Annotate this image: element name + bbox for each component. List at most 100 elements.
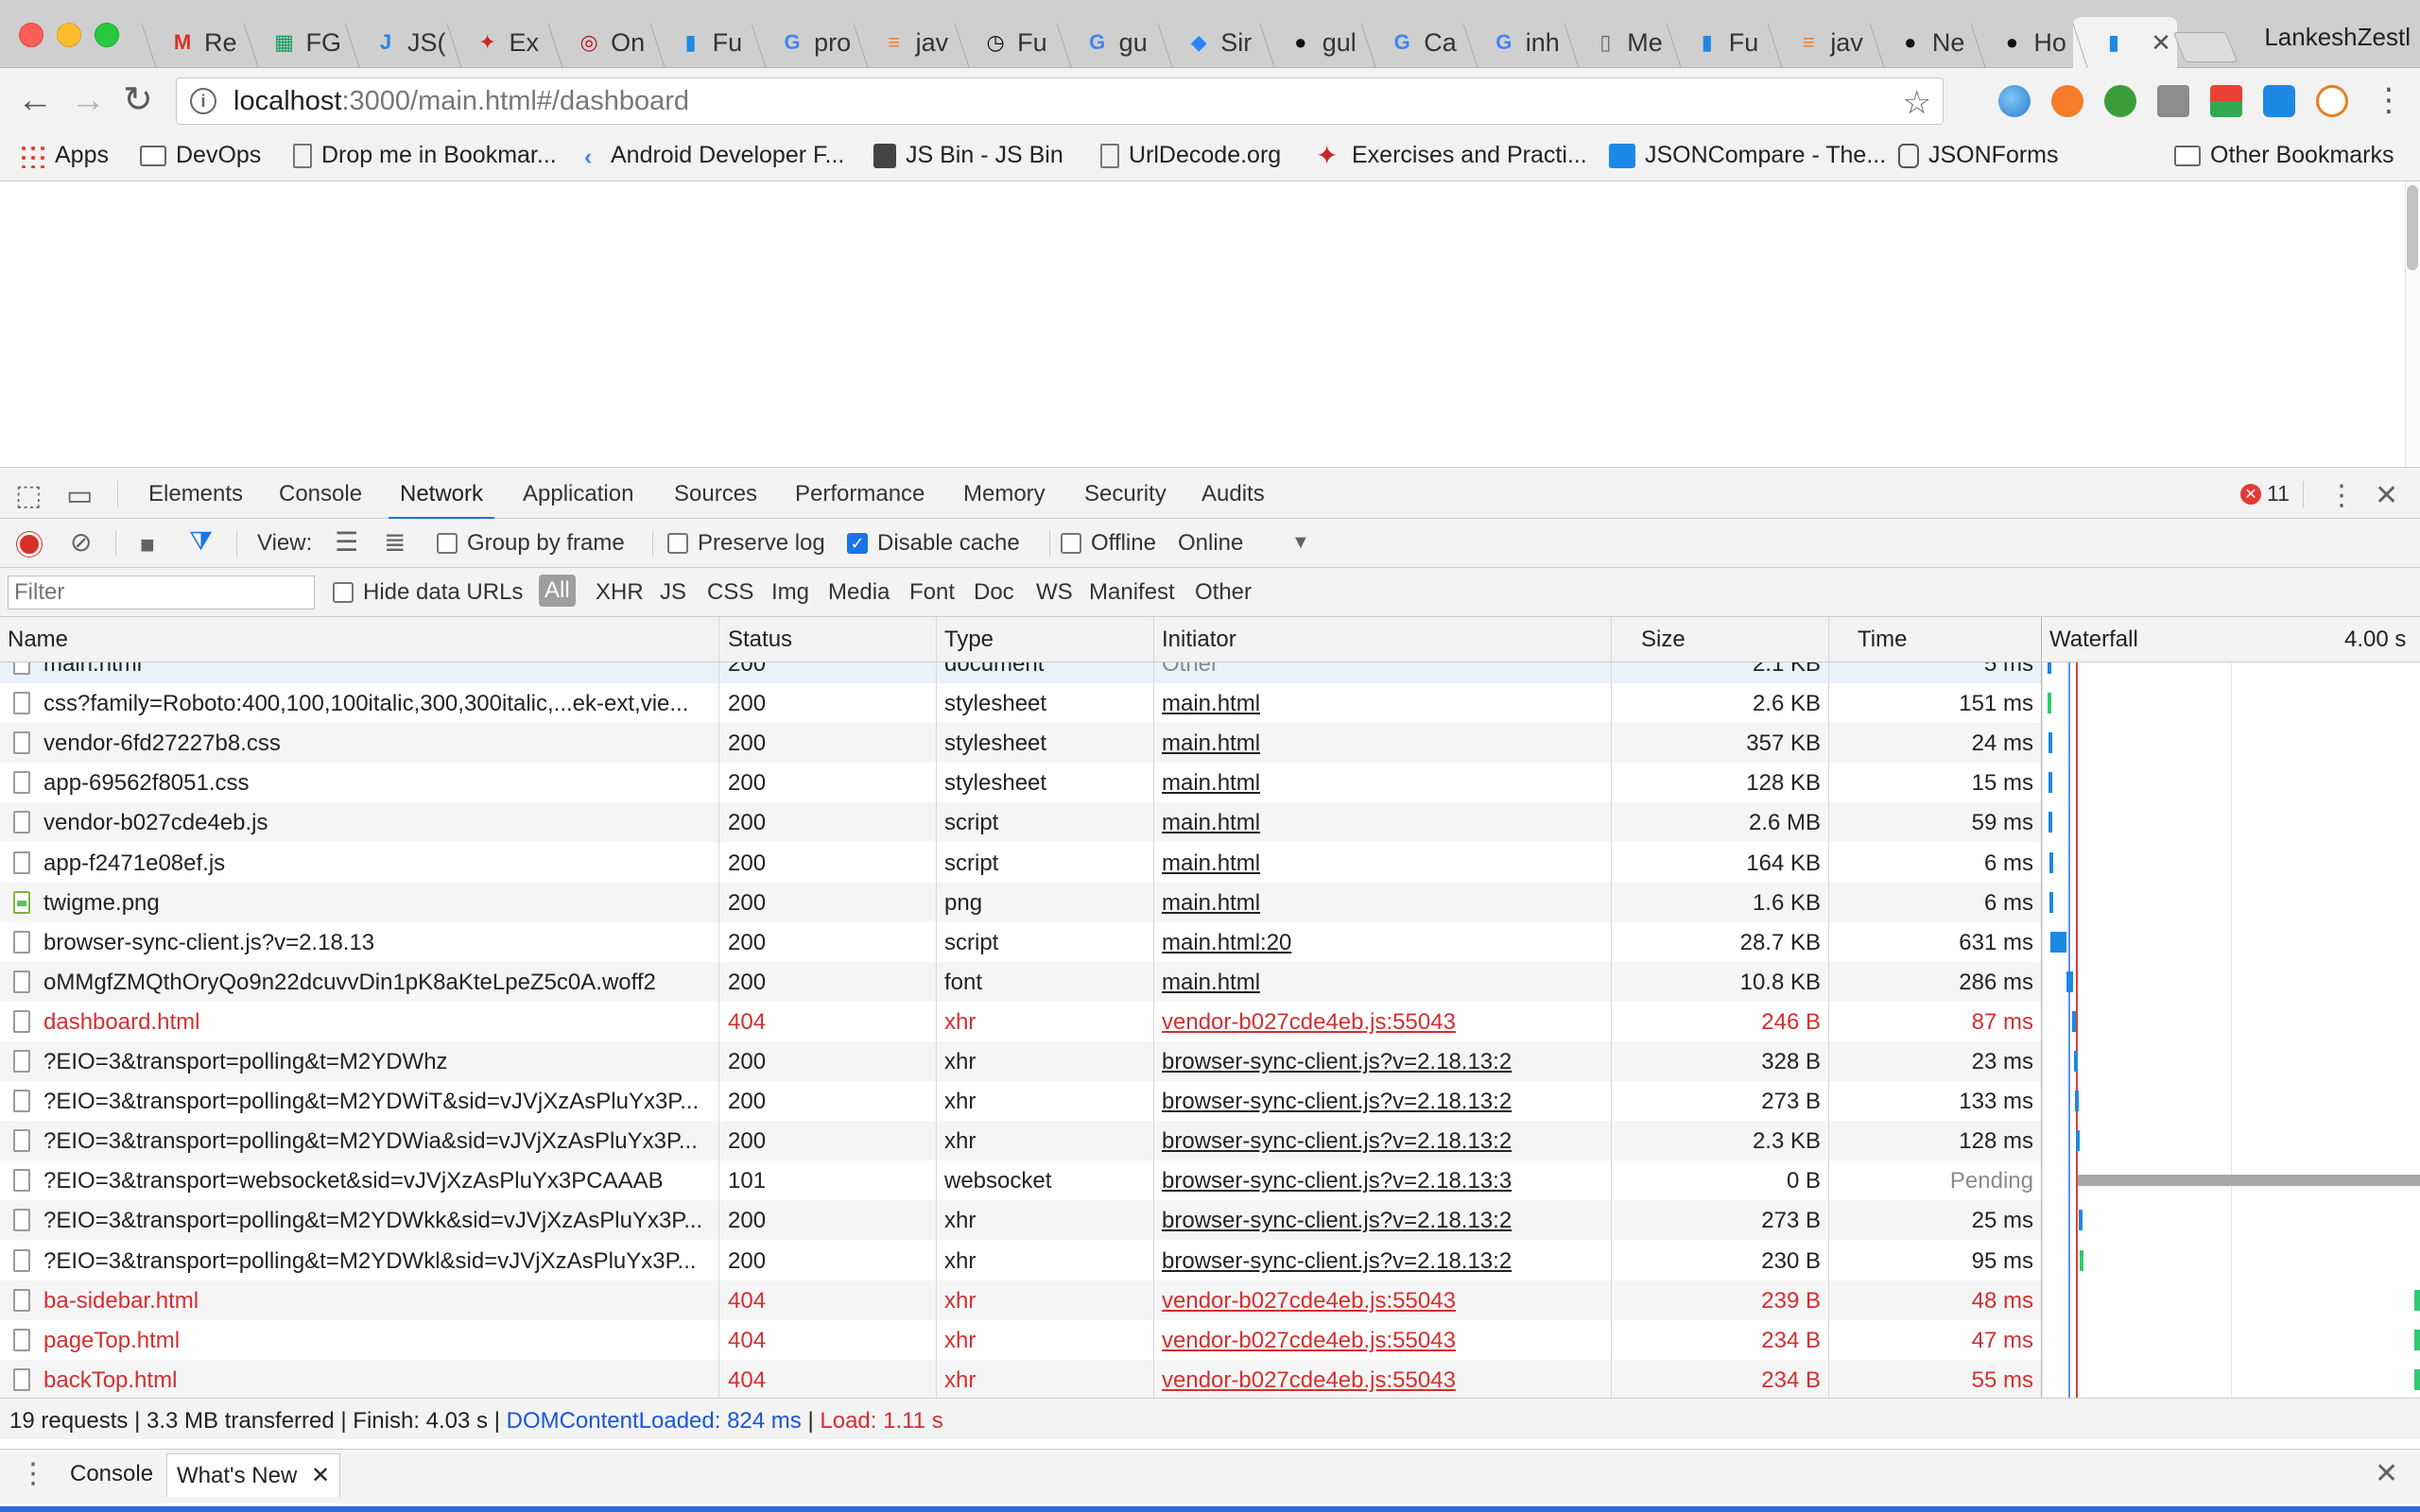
waterfall-bar[interactable]: [2079, 1249, 2083, 1271]
tab-audits[interactable]: Audits: [1201, 481, 1265, 507]
browser-tab[interactable]: ● Ne: [1870, 17, 1970, 68]
tab-console[interactable]: Console: [279, 481, 362, 507]
table-row[interactable]: ?EIO=3&transport=polling&t=M2YDWkl&sid=v…: [0, 1241, 2042, 1280]
column-header-name[interactable]: Name: [8, 627, 68, 653]
waterfall-bar[interactable]: [2414, 1368, 2420, 1390]
table-row[interactable]: vendor-6fd27227b8.css 200 stylesheet main.h…: [0, 723, 2042, 764]
browser-menu-icon[interactable]: ⋮: [2373, 81, 2405, 119]
record-button[interactable]: [17, 532, 42, 557]
tab-network[interactable]: Network: [388, 481, 495, 520]
tab-security[interactable]: Security: [1084, 481, 1167, 507]
browser-tab[interactable]: ▮ Fu: [1667, 17, 1767, 68]
waterfall-bar[interactable]: [2050, 931, 2066, 953]
window-close-button[interactable]: [19, 23, 43, 47]
waterfall-bar[interactable]: [2048, 891, 2053, 913]
r-extension-icon[interactable]: [2316, 85, 2348, 117]
browser-tab[interactable]: Ginh: [1463, 17, 1564, 68]
filter-type-ws[interactable]: WS: [1036, 579, 1073, 606]
table-row[interactable]: app-69562f8051.css 200 stylesheet main.html…: [0, 763, 2042, 802]
table-row[interactable]: browser-sync-client.js?v=2.18.13 200 scrip…: [0, 922, 2042, 962]
browser-tab[interactable]: ● Ho: [1971, 17, 2071, 68]
disable-cache-checkbox[interactable]: ✓: [847, 533, 868, 554]
request-initiator[interactable]: browser-sync-client.js?v=2.18.13:2: [1162, 1248, 1606, 1275]
bookmark-other[interactable]: Other Bookmarks: [2174, 142, 2394, 169]
waterfall-bar[interactable]: [2048, 732, 2052, 754]
hide-data-urls-checkbox[interactable]: [333, 582, 354, 603]
filter-type-media[interactable]: Media: [828, 579, 890, 606]
window-minimize-button[interactable]: [57, 23, 81, 47]
bookmark-exercises[interactable]: ✦ Exercises and Practi...: [1316, 142, 1587, 169]
request-initiator[interactable]: vendor-b027cde4eb.js:55043: [1162, 1328, 1606, 1354]
window-maximize-button[interactable]: [95, 23, 119, 47]
table-row[interactable]: ba-sidebar.html 404 xhr vendor-b027cde4eb.j…: [0, 1280, 2042, 1320]
inspect-element-icon[interactable]: ⬚: [15, 479, 42, 512]
table-row[interactable]: app-f2471e08ef.js 200 script main.html 164 K…: [0, 843, 2042, 883]
device-toolbar-icon[interactable]: ▭: [66, 479, 93, 512]
screenshot-camera-icon[interactable]: ■: [140, 530, 155, 559]
waterfall-bar[interactable]: [2078, 1210, 2083, 1231]
request-initiator[interactable]: main.html: [1162, 850, 1606, 877]
page-scrollbar[interactable]: [2405, 181, 2420, 467]
request-initiator[interactable]: main.html: [1162, 970, 1606, 996]
request-initiator[interactable]: main.html: [1162, 770, 1606, 797]
waterfall-bar[interactable]: [2048, 772, 2052, 794]
browser-tab[interactable]: ✦ Ex: [447, 17, 547, 68]
code-extension-icon[interactable]: [2263, 85, 2295, 117]
throttling-select[interactable]: Online: [1178, 530, 1243, 557]
table-row[interactable]: ?EIO=3&transport=polling&t=M2YDWia&sid=v…: [0, 1121, 2042, 1161]
filter-input[interactable]: [8, 576, 315, 610]
table-row[interactable]: pageTop.html 404 xhr vendor-b027cde4eb.js:5…: [0, 1320, 2042, 1360]
bookmark-apps[interactable]: Apps: [19, 142, 109, 169]
table-row[interactable]: ?EIO=3&transport=polling&t=M2YDWhz 200 xhr…: [0, 1041, 2042, 1081]
request-initiator[interactable]: vendor-b027cde4eb.js:55043: [1162, 1288, 1606, 1314]
tab-elements[interactable]: Elements: [148, 481, 243, 507]
waterfall-bar[interactable]: [2048, 851, 2053, 873]
browser-tab[interactable]: ≡ jav: [854, 17, 954, 68]
reload-icon[interactable]: ↻: [123, 81, 153, 119]
column-header-initiator[interactable]: Initiator: [1162, 627, 1236, 653]
tab-memory[interactable]: Memory: [963, 481, 1046, 507]
browser-tab[interactable]: ◎ On: [548, 17, 648, 68]
waterfall-bar[interactable]: [2075, 1091, 2080, 1112]
request-initiator[interactable]: browser-sync-client.js?v=2.18.13:3: [1162, 1168, 1606, 1194]
bookmark-android[interactable]: ‹ Android Developer F...: [584, 142, 844, 170]
request-initiator[interactable]: browser-sync-client.js?v=2.18.13:2: [1162, 1128, 1606, 1155]
offline-checkbox[interactable]: [1061, 533, 1081, 554]
drawer-tab-whats-new[interactable]: What's New ✕: [166, 1453, 341, 1497]
devtools-menu-icon[interactable]: ⋮: [2327, 479, 2356, 512]
browser-tab[interactable]: ◆ Sir: [1158, 17, 1258, 68]
table-row[interactable]: css?family=Roboto:400,100,100italic,300,…: [0, 683, 2042, 723]
browser-tab[interactable]: ▮ Fu: [650, 17, 751, 68]
address-bar[interactable]: i localhost:3000/main.html#/dashboard ☆: [176, 77, 1944, 125]
waterfall-bar[interactable]: [2075, 1130, 2080, 1152]
clear-icon[interactable]: ⊘: [70, 526, 92, 558]
table-row[interactable]: ?EIO=3&transport=websocket&sid=vJVjXzAsP…: [0, 1160, 2042, 1200]
table-row[interactable]: twigme.png 200 png main.html 1.6 KB 6 ms: [0, 882, 2042, 922]
browser-tab[interactable]: J JS(: [345, 17, 445, 68]
column-header-time[interactable]: Time: [1858, 627, 1907, 653]
filter-type-manifest[interactable]: Manifest: [1089, 579, 1175, 606]
waterfall-bar[interactable]: [2078, 1175, 2420, 1187]
browser-tab[interactable]: M Re: [142, 17, 242, 68]
gear-extension-icon[interactable]: [2104, 85, 2136, 117]
filter-type-all[interactable]: All: [539, 575, 576, 607]
waterfall-bar[interactable]: [2074, 1051, 2079, 1072]
filter-type-css[interactable]: CSS: [707, 579, 753, 606]
overview-icon[interactable]: ≣: [384, 526, 406, 558]
browser-tab[interactable]: G Ca: [1361, 17, 1461, 68]
bookmark-drop-me[interactable]: Drop me in Bookmar...: [293, 142, 557, 169]
table-row[interactable]: dashboard.html 404 xhr vendor-b027cde4eb.js…: [0, 1002, 2042, 1041]
request-initiator[interactable]: main.html: [1162, 810, 1606, 836]
request-initiator[interactable]: browser-sync-client.js?v=2.18.13:2: [1162, 1089, 1606, 1115]
request-initiator[interactable]: browser-sync-client.js?v=2.18.13:2: [1162, 1208, 1606, 1234]
disable-cache-toggle[interactable]: ✓ Disable cache: [847, 530, 1020, 557]
browser-tab[interactable]: ▯ Me: [1564, 17, 1665, 68]
filter-type-doc[interactable]: Doc: [974, 579, 1014, 606]
table-row[interactable]: backTop.html 404 xhr vendor-b027cde4eb.js:5…: [0, 1359, 2042, 1398]
waterfall-bar[interactable]: [2048, 662, 2051, 674]
throttling-dropdown-icon[interactable]: ▼: [1291, 532, 1310, 554]
request-initiator[interactable]: vendor-b027cde4eb.js:55043: [1162, 1367, 1606, 1394]
page-scrollbar-thumb[interactable]: [2407, 185, 2418, 270]
offline-toggle[interactable]: Offline: [1061, 530, 1156, 557]
group-by-frame-checkbox[interactable]: [437, 533, 458, 554]
